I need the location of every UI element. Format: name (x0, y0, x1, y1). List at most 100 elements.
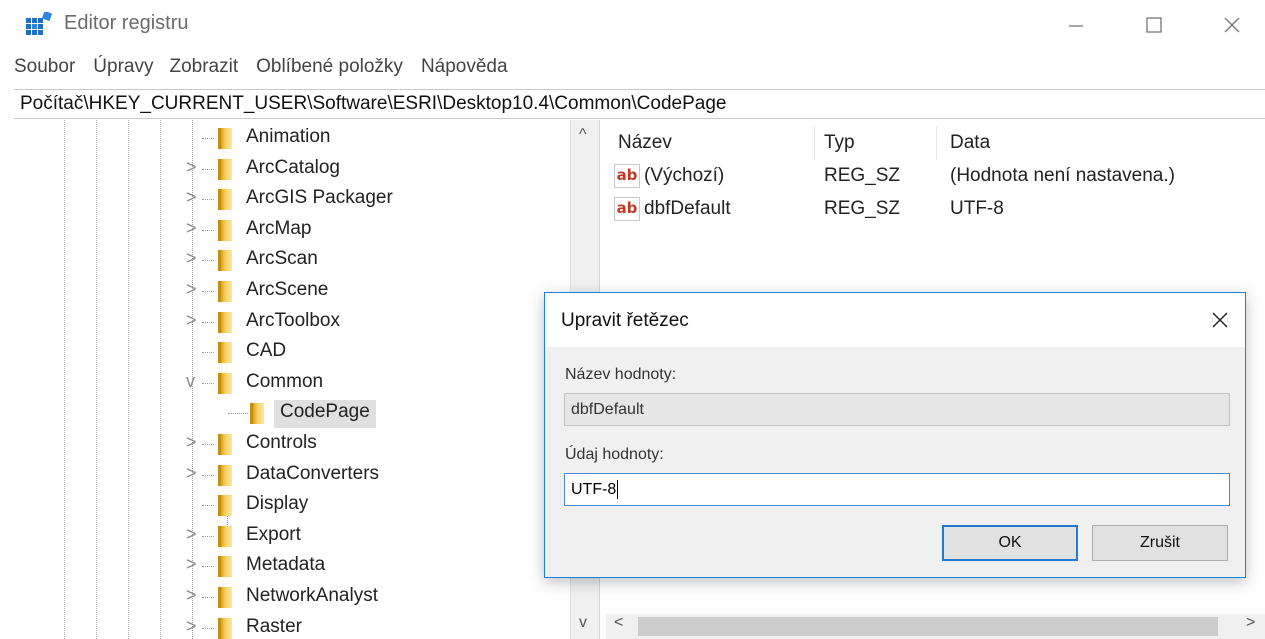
value-name-label: Název hodnoty: (565, 366, 677, 383)
address-bar[interactable]: Počítač\HKEY_CURRENT_USER\Software\ESRI\… (14, 89, 1265, 119)
expand-icon[interactable]: > (186, 463, 200, 484)
registry-tree[interactable]: Animation > ArcCatalog > ArcGIS Packager > Arc… (14, 120, 600, 639)
folder-icon (218, 128, 232, 149)
folder-icon (218, 311, 232, 333)
expand-icon[interactable]: > (186, 248, 200, 269)
scroll-right-icon[interactable]: > (1246, 614, 1255, 632)
value-data: UTF-8 (950, 198, 1004, 219)
expand-icon[interactable]: > (186, 616, 200, 637)
tree-item[interactable]: CodePage (14, 398, 570, 429)
expand-icon[interactable]: > (186, 554, 200, 575)
tree-item[interactable]: > ArcCatalog (14, 154, 570, 184)
expand-icon[interactable]: > (186, 585, 200, 606)
folder-icon (218, 158, 232, 180)
minimize-button[interactable] (1056, 8, 1096, 42)
dialog-close-button[interactable] (1205, 305, 1235, 335)
expand-icon[interactable]: > (186, 432, 200, 453)
tree-connector (202, 229, 214, 231)
tree-connector (202, 199, 214, 201)
scroll-thumb[interactable] (638, 617, 1218, 636)
column-header-name[interactable]: Název (618, 132, 672, 154)
tree-item[interactable]: > ArcGIS Packager (14, 184, 570, 214)
tree-item[interactable]: > NetworkAnalyst (14, 582, 570, 612)
folder-icon (218, 281, 232, 302)
tree-item-label: ArcScene (246, 279, 329, 300)
value-data: (Hodnota není nastavena.) (950, 165, 1175, 186)
tree-item[interactable]: CAD (14, 337, 570, 367)
tree-item[interactable]: v Common (14, 368, 570, 398)
tree-item[interactable]: > DataConverters (14, 460, 570, 490)
value-data-input[interactable]: UTF-8 (564, 473, 1230, 506)
scroll-up-icon[interactable]: ^ (579, 126, 587, 144)
column-separator[interactable] (936, 126, 937, 160)
menu-napoveda[interactable]: Nápověda (421, 56, 508, 84)
menu-oblibene[interactable]: Oblíbené položky (256, 56, 403, 84)
folder-icon (218, 464, 232, 486)
tree-connector (202, 597, 214, 598)
folder-icon (218, 587, 232, 608)
value-name-field[interactable]: dbfDefault (564, 393, 1230, 426)
value-row[interactable]: ab dbfDefault REG_SZ UTF-8 (606, 195, 1265, 225)
tree-item[interactable]: > ArcToolbox (14, 307, 570, 337)
cancel-button[interactable]: Zrušit (1092, 525, 1228, 561)
close-icon (1224, 17, 1240, 33)
close-button[interactable] (1212, 8, 1252, 42)
dialog-title-bar: Upravit řetězec (545, 293, 1245, 347)
tree-connector (202, 505, 214, 507)
expand-icon[interactable]: > (186, 310, 200, 331)
tree-item[interactable]: > Controls (14, 429, 570, 459)
menu-upravy[interactable]: Úpravy (93, 56, 153, 84)
value-row[interactable]: ab (Výchozí) REG_SZ (Hodnota není nastav… (606, 162, 1265, 192)
tree-item[interactable]: > Metadata (14, 551, 570, 581)
collapse-icon[interactable]: v (186, 371, 200, 392)
tree-item-label: Display (246, 493, 309, 515)
tree-item[interactable]: > ArcScene (14, 276, 570, 306)
tree-item-label: Metadata (246, 554, 326, 576)
column-separator[interactable] (814, 126, 815, 160)
tree-item-label: Controls (246, 432, 317, 453)
expand-icon[interactable]: > (186, 187, 200, 208)
expand-icon[interactable]: > (186, 218, 200, 239)
tree-item-label: CodePage (274, 400, 376, 429)
expand-icon[interactable]: > (186, 157, 200, 178)
tree-item[interactable]: > Raster (14, 613, 570, 639)
value-data-label: Údaj hodnoty: (565, 446, 664, 463)
value-name: (Výchozí) (644, 165, 725, 186)
tree-item-label: ArcCatalog (246, 156, 340, 178)
expand-icon[interactable]: > (186, 279, 200, 300)
value-data-text: UTF-8 (571, 481, 617, 498)
tree-item-label: ArcGIS Packager (246, 187, 393, 209)
tree-item[interactable]: Animation (14, 123, 570, 153)
tree-item[interactable]: > ArcScan (14, 245, 570, 275)
tree-item-label: Export (246, 523, 301, 545)
tree-item-label: DataConverters (246, 462, 380, 484)
value-name: dbfDefault (644, 198, 731, 219)
folder-icon (218, 525, 232, 547)
tree-item[interactable]: > ArcMap (14, 215, 570, 245)
menu-bar: Soubor Úpravy Zobrazit Oblíbené položky … (14, 56, 526, 84)
dialog-title: Upravit řetězec (561, 310, 689, 331)
folder-icon (218, 189, 232, 211)
tree-connector (228, 413, 248, 415)
scroll-left-icon[interactable]: < (614, 614, 623, 632)
menu-soubor[interactable]: Soubor (14, 56, 75, 84)
menu-zobrazit[interactable]: Zobrazit (169, 56, 238, 84)
folder-icon (218, 250, 232, 272)
tree-item[interactable]: > Export (14, 521, 570, 551)
column-header-data[interactable]: Data (950, 132, 990, 154)
tree-item-label: ArcMap (246, 217, 312, 239)
tree-item-label: ArcToolbox (246, 309, 340, 331)
tree-connector (202, 321, 214, 323)
expand-icon[interactable]: > (186, 524, 200, 545)
tree-item-label: CAD (246, 340, 287, 362)
folder-icon (250, 403, 264, 425)
tree-item[interactable]: Display (14, 490, 570, 520)
values-hscrollbar[interactable]: < > (606, 614, 1265, 639)
tree-connector (202, 291, 214, 292)
maximize-button[interactable] (1134, 8, 1174, 42)
column-header-type[interactable]: Typ (824, 132, 855, 154)
tree-connector (202, 168, 214, 170)
tree-connector (202, 535, 214, 537)
scroll-down-icon[interactable]: v (579, 614, 587, 632)
ok-button[interactable]: OK (942, 525, 1078, 561)
